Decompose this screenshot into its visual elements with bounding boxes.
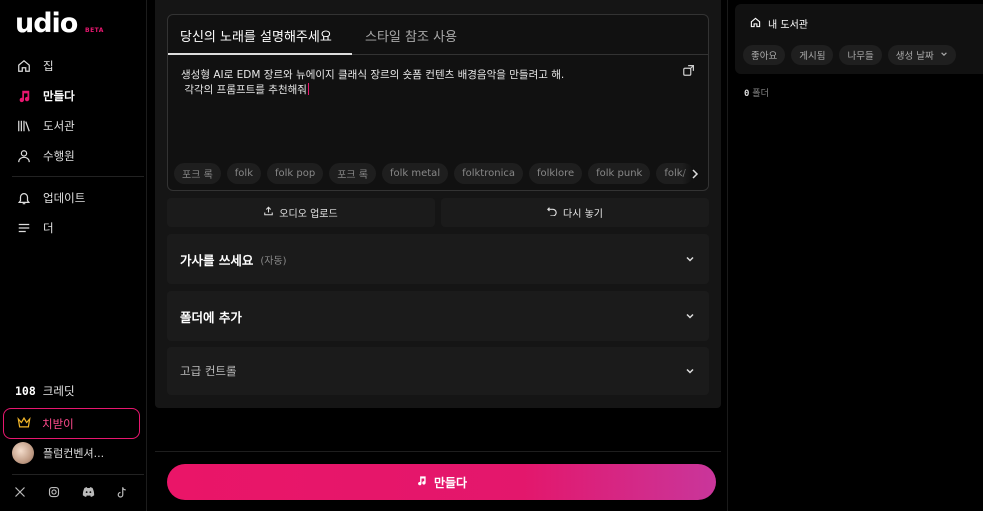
genre-tag[interactable]: 포크 록 (174, 163, 221, 184)
upload-audio-label: 오디오 업로드 (279, 209, 338, 220)
nav-more-label: 더 (43, 221, 54, 235)
nav-create[interactable]: 만들다 (16, 85, 75, 107)
bell-icon (16, 190, 32, 206)
music-note-icon (16, 88, 32, 104)
active-tab-indicator (168, 53, 352, 55)
prompt-card: 당신의 노래를 설명해주세요 스타일 참조 사용 생성형 AI로 EDM 장르와… (167, 14, 709, 191)
x-icon[interactable] (14, 486, 27, 499)
nav-updates[interactable]: 업데이트 (16, 187, 85, 209)
folder-count: 0 폴더 (744, 86, 769, 99)
home-icon (750, 17, 761, 31)
library-header: 내 도서관 (750, 16, 808, 31)
discord-icon[interactable] (82, 486, 95, 499)
chevron-down-icon (940, 50, 948, 61)
nav-more[interactable]: 더 (16, 217, 54, 239)
prompt-input[interactable]: 생성형 AI로 EDM 장르와 뉴에이지 클래식 장르의 숏폼 컨텐츠 배경음악… (181, 68, 671, 98)
nav-home[interactable]: 집 (16, 55, 54, 77)
credits: 108 크레딧 (15, 383, 75, 399)
nav-divider (12, 176, 144, 177)
footer-divider (12, 474, 144, 475)
home-icon (16, 58, 32, 74)
user-icon (16, 148, 32, 164)
chevron-down-icon (685, 311, 695, 321)
logo-text: udio (15, 8, 78, 39)
chevron-right-icon[interactable] (682, 161, 708, 187)
folder-title: 폴더에 추가 (180, 309, 242, 325)
upload-icon (264, 206, 274, 219)
lyrics-section[interactable]: 가사를 쓰세요 (자동) (167, 234, 709, 284)
avatar (12, 442, 34, 464)
filter-likes[interactable]: 좋아요 (743, 45, 786, 65)
library-filters: 좋아요 게시됨 나무들 생성 날짜 (743, 45, 956, 65)
bottom-divider (155, 451, 721, 452)
reset-button[interactable]: 다시 놓기 (441, 198, 709, 227)
upgrade-label: 치받이 (42, 416, 74, 431)
udio-logo[interactable]: udio BETA (15, 8, 103, 39)
social-links (14, 486, 129, 499)
library-title: 내 도서관 (768, 20, 808, 31)
folder-section[interactable]: 폴더에 추가 (167, 291, 709, 341)
sidebar: udio BETA 집 만들다 도서관 수행원 업데이트 더 108 크레딧 치… (0, 0, 147, 511)
genre-tag[interactable]: folk metal (381, 163, 449, 184)
user-name: 플럼컨벤셔... (43, 447, 105, 460)
beta-badge: BETA (85, 27, 104, 34)
filter-published[interactable]: 게시됨 (791, 45, 834, 65)
upgrade-button[interactable]: 치받이 (3, 408, 140, 439)
create-button-label: 만들다 (433, 475, 468, 490)
menu-icon (16, 220, 32, 236)
tiktok-icon[interactable] (116, 486, 129, 499)
copy-icon[interactable] (682, 63, 696, 77)
nav-library[interactable]: 도서관 (16, 115, 75, 137)
create-button[interactable]: 만들다 (167, 464, 716, 500)
filter-trees[interactable]: 나무들 (839, 45, 882, 65)
tab-describe[interactable]: 당신의 노래를 설명해주세요 (180, 15, 332, 55)
genre-tag[interactable]: folk pop (267, 163, 324, 184)
advanced-controls-section[interactable]: 고급 컨트롤 (167, 347, 709, 395)
credits-count: 108 (15, 384, 36, 398)
tab-style-reference[interactable]: 스타일 참조 사용 (365, 15, 457, 55)
nav-create-label: 만들다 (43, 89, 75, 103)
create-panel: 당신의 노래를 설명해주세요 스타일 참조 사용 생성형 AI로 EDM 장르와… (155, 0, 721, 408)
upload-audio-button[interactable]: 오디오 업로드 (167, 198, 435, 227)
folder-count-label: 폴더 (752, 89, 769, 99)
genre-tag[interactable]: folktronica (454, 163, 523, 184)
genre-tags: 포크 록 folk folk pop 포크 록 folk metal folktronic… (174, 163, 694, 184)
genre-tag[interactable]: folk punk (588, 163, 651, 184)
nav-updates-label: 업데이트 (43, 191, 86, 205)
nav-achievements-label: 수행원 (43, 149, 75, 163)
lyrics-subtitle: (자동) (260, 255, 287, 267)
library-panel: 내 도서관 좋아요 게시됨 나무들 생성 날짜 (735, 4, 983, 74)
undo-icon (547, 206, 557, 219)
crown-icon (17, 416, 31, 432)
music-note-icon (416, 475, 427, 489)
chevron-down-icon (685, 254, 695, 264)
genre-tag[interactable]: folk (226, 163, 261, 184)
prompt-tabs: 당신의 노래를 설명해주세요 스타일 참조 사용 (168, 15, 708, 55)
panel-divider (727, 0, 728, 511)
reset-label: 다시 놓기 (563, 209, 603, 220)
user-profile[interactable]: 플럼컨벤셔... (12, 442, 104, 464)
folder-count-number: 0 (744, 89, 750, 99)
genre-tag[interactable]: folklore (528, 163, 583, 184)
nav-achievements[interactable]: 수행원 (16, 145, 75, 167)
chevron-down-icon (685, 366, 695, 376)
lyrics-title: 가사를 쓰세요 (180, 252, 254, 268)
sort-dropdown[interactable]: 생성 날짜 (887, 45, 956, 65)
text-caret (307, 83, 309, 95)
nav-library-label: 도서관 (43, 119, 75, 133)
advanced-title: 고급 컨트롤 (180, 364, 237, 378)
genre-tag[interactable]: 포크 록 (329, 163, 376, 184)
instagram-icon[interactable] (48, 486, 61, 499)
library-icon (16, 118, 32, 134)
prompt-text: 생성형 AI로 EDM 장르와 뉴에이지 클래식 장르의 숏폼 컨텐츠 배경음악… (181, 69, 565, 96)
credits-label: 크레딧 (42, 384, 75, 398)
nav-home-label: 집 (43, 59, 54, 73)
sort-label: 생성 날짜 (895, 51, 934, 62)
